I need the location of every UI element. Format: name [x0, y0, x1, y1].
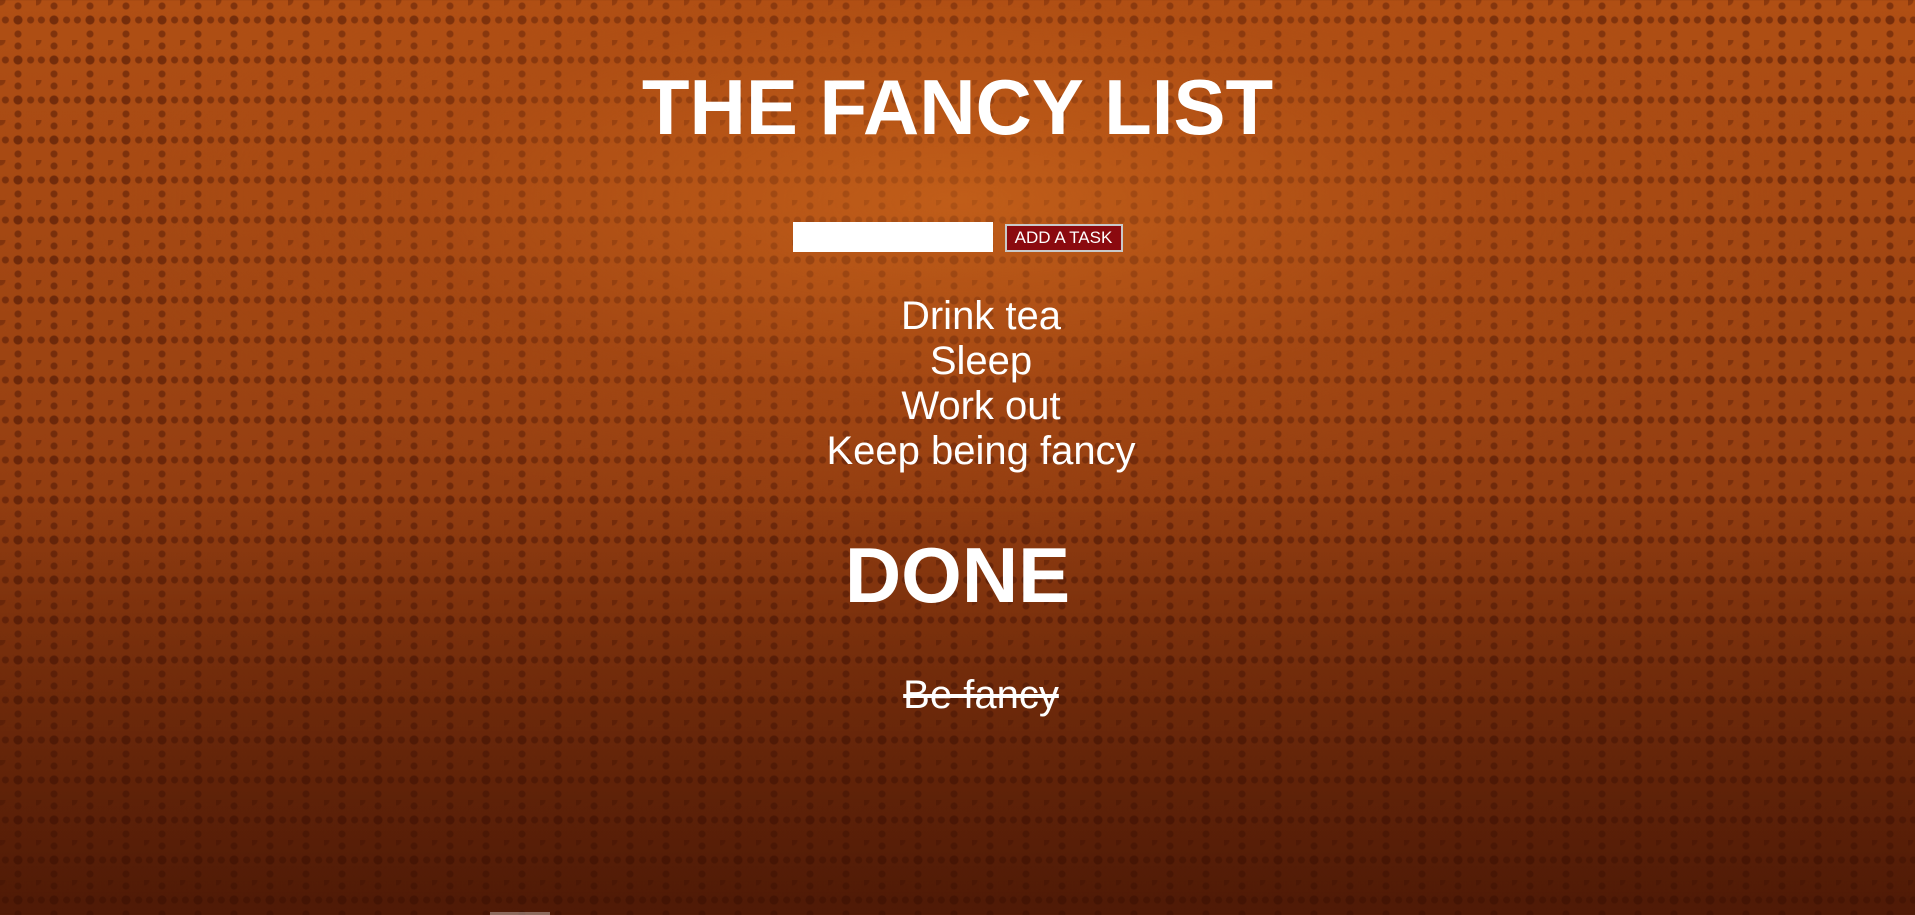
task-input[interactable]: [792, 222, 993, 252]
add-task-button[interactable]: ADD A TASK: [1004, 224, 1123, 252]
todo-item-sleep[interactable]: Sleep: [0, 339, 1915, 384]
done-heading: DONE: [844, 531, 1071, 619]
page: THE FANCY LIST ADD A TASK Drink tea Slee…: [0, 0, 1915, 915]
todo-item-drink-tea[interactable]: Drink tea: [0, 294, 1915, 339]
done-list: Be fancy: [0, 673, 1915, 718]
todo-item-keep-being-fancy[interactable]: Keep being fancy: [0, 429, 1915, 474]
add-task-form: ADD A TASK: [0, 222, 1915, 254]
todo-list: Drink tea Sleep Work out Keep being fanc…: [0, 294, 1915, 474]
page-title: THE FANCY LIST: [641, 63, 1274, 151]
done-item-be-fancy[interactable]: Be fancy: [0, 673, 1915, 718]
todo-item-work-out[interactable]: Work out: [0, 384, 1915, 429]
add-task-form-inner: ADD A TASK: [792, 222, 1123, 254]
